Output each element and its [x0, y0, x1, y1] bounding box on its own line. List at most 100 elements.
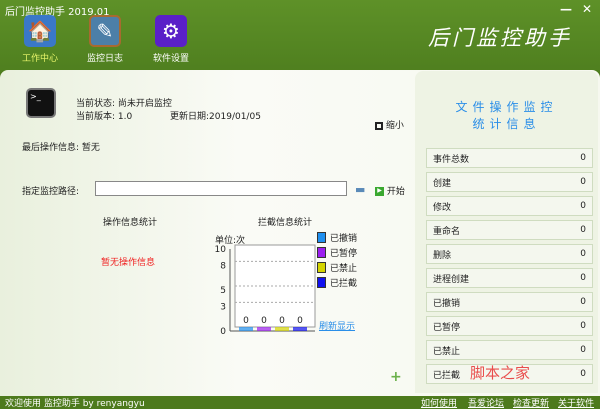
- op-stats-title: 操作信息统计: [103, 218, 158, 228]
- window-icon: [375, 121, 383, 130]
- add-icon[interactable]: +: [390, 369, 402, 385]
- stat-label: 已暂停: [433, 322, 461, 333]
- stat-label: 删除: [433, 250, 452, 261]
- stat-value: 0: [580, 273, 586, 283]
- legend-item: 已禁止: [317, 261, 357, 274]
- link-how-to-use[interactable]: 如何使用: [421, 396, 457, 409]
- stat-row: 事件总数 0: [426, 148, 593, 168]
- y-tick-label: 8: [220, 261, 226, 271]
- stat-row: 重命名 0: [426, 220, 593, 240]
- legend-label: 已拦截: [330, 279, 358, 289]
- stat-value: 0: [580, 177, 586, 187]
- stat-label: 已禁止: [433, 346, 461, 357]
- bar: [275, 327, 289, 331]
- stat-label: 进程创建: [433, 274, 470, 285]
- stat-row: 已暂停 0: [426, 316, 593, 336]
- tool-label: 工作中心: [21, 54, 58, 64]
- watermark: 脚本之家: [470, 364, 531, 382]
- start-button[interactable]: ▶ 开始: [375, 184, 405, 197]
- legend-label: 已撤销: [330, 234, 358, 244]
- legend-item: 已拦截: [317, 276, 357, 289]
- y-tick-label: 5: [220, 286, 226, 296]
- clipboard-icon: ✎: [89, 15, 121, 47]
- stat-value: 0: [580, 321, 586, 331]
- stat-row: 进程创建 0: [426, 268, 593, 288]
- chart-title: 拦截信息统计: [258, 218, 313, 228]
- shrink-button[interactable]: 缩小: [375, 118, 404, 131]
- legend-label: 已禁止: [330, 264, 358, 274]
- legend-item: 已撤销: [317, 231, 357, 244]
- version-value: 1.0: [117, 112, 133, 122]
- legend-swatch: [317, 247, 326, 258]
- stat-label: 修改: [433, 202, 452, 213]
- start-label: 开始: [386, 187, 405, 197]
- play-icon: ▶: [375, 187, 384, 196]
- legend-label: 已暂停: [330, 249, 358, 259]
- tool-label: 监控日志: [86, 54, 123, 64]
- stat-row: 删除 0: [426, 244, 593, 264]
- shrink-label: 缩小: [385, 121, 404, 131]
- bar-value-label: 0: [297, 316, 303, 326]
- stat-value: 0: [580, 249, 586, 259]
- y-tick-label: 10: [215, 245, 227, 255]
- bar-value-label: 0: [279, 316, 285, 326]
- stat-row: 已撤销 0: [426, 292, 593, 312]
- legend-swatch: [317, 232, 326, 243]
- version-label: 当前版本:: [76, 112, 116, 122]
- path-input[interactable]: [95, 181, 347, 196]
- house-icon: 🏠: [24, 15, 56, 47]
- stat-label: 已撤销: [433, 298, 461, 309]
- gear-icon: ⚙: [155, 15, 187, 47]
- bar-value-label: 0: [243, 316, 249, 326]
- stats-panel: 文件操作监控 统计信息 事件总数 0 创建 0 修改 0 重命名 0 删除 0 进程创建 0 已撤销 0 已…: [415, 71, 598, 393]
- tool-work-center[interactable]: 🏠 工作中心: [10, 15, 70, 64]
- minimize-button[interactable]: —: [560, 2, 572, 16]
- link-check-update[interactable]: 检查更新: [513, 396, 549, 409]
- legend-swatch: [317, 262, 326, 273]
- bar: [293, 327, 307, 331]
- stats-subtitle: 统计信息: [472, 117, 541, 131]
- link-about[interactable]: 关于软件: [558, 396, 594, 409]
- brand-logo: 后门监控助手: [428, 26, 572, 50]
- folder-icon[interactable]: ▬: [355, 183, 365, 196]
- title-bar: 后门监控助手 2019.01 — ✕ 🏠 工作中心 ✎ 监控日志 ⚙ 软件设置 …: [0, 0, 600, 72]
- close-button[interactable]: ✕: [582, 2, 592, 16]
- stat-value: 0: [580, 153, 586, 163]
- stat-value: 0: [580, 225, 586, 235]
- y-tick-label: 3: [220, 302, 226, 312]
- stat-value: 0: [580, 369, 586, 379]
- bar: [239, 327, 253, 331]
- welcome-text: 欢迎使用 监控助手 by renyangyu: [5, 399, 145, 409]
- tool-monitor-log[interactable]: ✎ 监控日志: [75, 15, 135, 64]
- stat-label: 创建: [433, 178, 452, 189]
- stat-value: 0: [580, 297, 586, 307]
- refresh-link[interactable]: 刷新显示: [319, 319, 355, 332]
- stat-label: 已拦截: [433, 370, 461, 381]
- bar-chart: 10 8 5 3 0 0 0 0 0: [215, 244, 316, 335]
- bar: [257, 327, 271, 331]
- stats-title: 文件操作监控: [455, 100, 558, 114]
- date-label: 更新日期:: [170, 112, 210, 122]
- date-value: 2019/01/05: [209, 112, 261, 122]
- legend-item: 已暂停: [317, 246, 357, 259]
- state-value: 尚未开启监控: [117, 99, 172, 109]
- terminal-icon: >_: [26, 88, 56, 118]
- op-stats-empty: 暂无操作信息: [101, 258, 156, 268]
- bar-value-label: 0: [261, 316, 267, 326]
- stat-row: 创建 0: [426, 172, 593, 192]
- tool-settings[interactable]: ⚙ 软件设置: [141, 15, 201, 64]
- stat-value: 0: [580, 345, 586, 355]
- path-label: 指定监控路径:: [22, 187, 80, 197]
- last-op-label: 最后操作信息:: [22, 143, 80, 153]
- stat-row: 修改 0: [426, 196, 593, 216]
- tool-label: 软件设置: [152, 54, 189, 64]
- y-tick-label: 0: [220, 327, 226, 335]
- state-label: 当前状态:: [76, 99, 116, 109]
- stat-label: 重命名: [433, 226, 461, 237]
- legend-swatch: [317, 277, 326, 288]
- stat-row: 已禁止 0: [426, 340, 593, 360]
- stat-value: 0: [580, 201, 586, 211]
- status-bar: 欢迎使用 监控助手 by renyangyu 如何使用 吾爱论坛 检查更新 关于…: [0, 396, 600, 409]
- last-op-value: 暂无: [81, 143, 100, 153]
- link-forum[interactable]: 吾爱论坛: [468, 396, 504, 409]
